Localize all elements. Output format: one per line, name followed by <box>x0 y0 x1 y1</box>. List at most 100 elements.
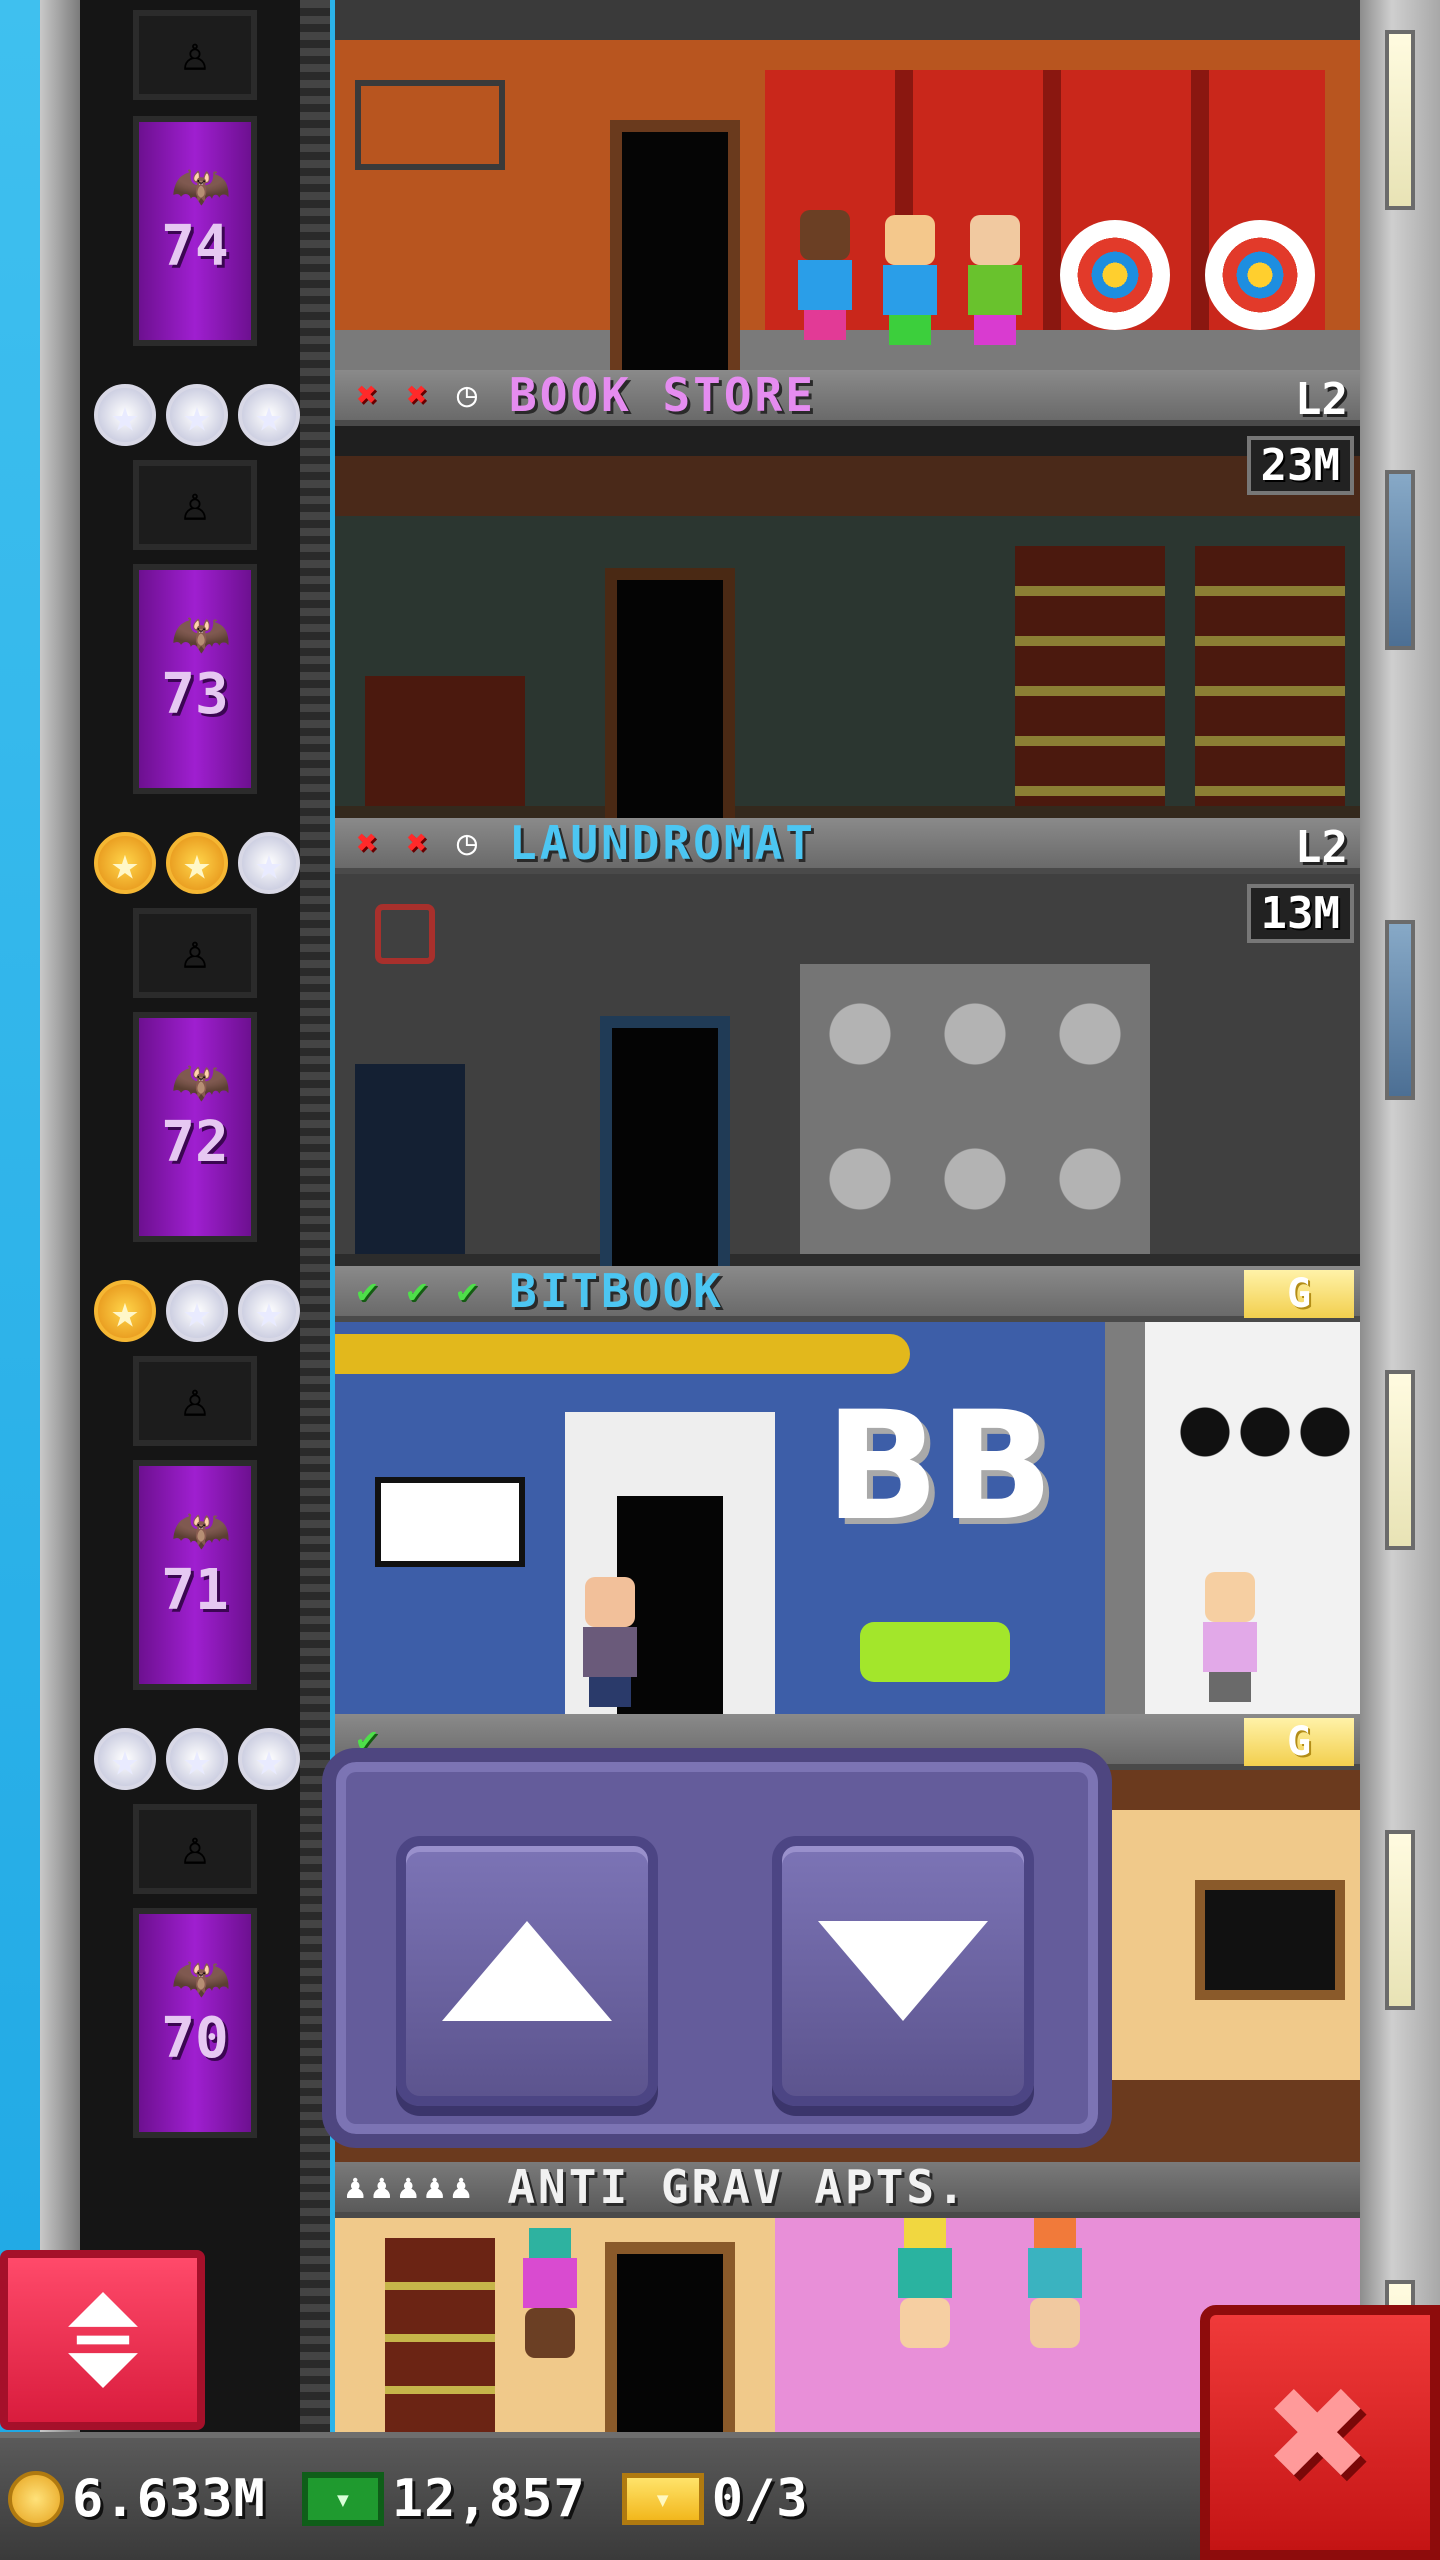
gold-badge: G <box>1244 1270 1354 1318</box>
green-couch <box>860 1622 1010 1682</box>
floor-name: BITBOOK <box>509 1264 724 1318</box>
star-icon: ★ <box>166 384 228 446</box>
elevator-cab[interactable]: 🦇 74 <box>133 116 257 346</box>
bat-icon: 🦇 <box>171 1502 231 1558</box>
washing-machines <box>800 964 1150 1254</box>
floor-door <box>605 568 735 818</box>
star-icon: ★ <box>238 384 300 446</box>
check-icon: ✔ <box>356 1271 378 1311</box>
no-entry-sign <box>375 904 435 964</box>
tenant-sprite[interactable] <box>575 1577 645 1707</box>
ceiling-pipe <box>335 1334 910 1374</box>
floor-header: ✖ ✖ ◷ LAUNDROMAT L2 <box>335 816 1360 874</box>
floor-number: 70 <box>161 2006 229 2071</box>
tower-outer-wall <box>40 0 80 2560</box>
floor-header: ✔ ✔ ✔ BITBOOK G <box>335 1264 1360 1322</box>
tower-right-wall <box>1360 0 1440 2460</box>
bat-icon: 🦇 <box>171 1054 231 1110</box>
bookshelf <box>1195 546 1345 806</box>
tickets-value: 0/3 <box>711 2469 809 2529</box>
floor-stars: ★ ★ ★ <box>94 1280 300 1342</box>
up-down-arrows-icon <box>67 2292 138 2388</box>
gold-badge: G <box>1244 1718 1354 1766</box>
floor-door <box>605 2242 735 2462</box>
check-icon: ✔ <box>406 1271 428 1311</box>
tenant-sprite[interactable] <box>1020 2218 1090 2348</box>
elevator-down-button[interactable] <box>772 1836 1034 2106</box>
coins-value: 6.633M <box>72 2469 266 2529</box>
archery-target <box>1205 220 1315 330</box>
elevator-toggle-button[interactable] <box>0 2250 205 2430</box>
status-bar: 6.633M ▾ 12,857 ▾ 0/3 <box>0 2432 1200 2560</box>
tenant-sprite[interactable] <box>875 215 945 345</box>
floor-stars: ★ ★ ★ <box>94 1728 300 1790</box>
tenant-sprite[interactable] <box>790 210 860 340</box>
tower-window <box>1385 920 1415 1100</box>
elevator-cab-top: ♙ <box>133 460 257 550</box>
close-button[interactable]: ✖ <box>1200 2305 1440 2560</box>
bat-icon: 🦇 <box>171 606 231 662</box>
floor-stars: ★ ★ ★ <box>94 384 300 446</box>
floor-name: ANTI GRAV APTS. <box>507 2160 968 2214</box>
tenant-sprite[interactable] <box>515 2228 585 2358</box>
floor-level: L2 <box>1295 822 1348 873</box>
floor-header: ✖ ✖ ◷ BOOK STORE L2 <box>335 368 1360 426</box>
floor-build-cost: 13M <box>1246 884 1354 943</box>
tenant-sprite[interactable] <box>890 2218 960 2348</box>
elevator-cab[interactable]: 🦇 71 <box>133 1460 257 1690</box>
floor-archery-range[interactable] <box>335 0 1360 370</box>
floor-laundromat[interactable]: ✖ ✖ ◷ LAUNDROMAT L2 13M <box>335 816 1360 1266</box>
star-icon: ★ <box>94 1280 156 1342</box>
tower-window <box>1385 1370 1415 1550</box>
weapon-rack <box>355 80 505 170</box>
bat-icon: 🦇 <box>171 1950 231 2006</box>
elevator-cab-top: ♙ <box>133 1356 257 1446</box>
bookshelf <box>1015 546 1165 806</box>
tower-window <box>1385 470 1415 650</box>
bookshelf <box>385 2238 495 2462</box>
bux-stat[interactable]: ▾ 12,857 <box>301 2469 586 2529</box>
elevator-cab[interactable]: 🦇 72 <box>133 1012 257 1242</box>
star-icon: ★ <box>94 1728 156 1790</box>
close-icon: ✖ <box>1268 2333 1372 2532</box>
tenant-sprite[interactable] <box>1195 1572 1265 1702</box>
floor-book-store[interactable]: ✖ ✖ ◷ BOOK STORE L2 23M <box>335 368 1360 818</box>
floor-number: 71 <box>161 1558 229 1623</box>
floor-door <box>610 120 740 370</box>
elevator-up-button[interactable] <box>396 1836 658 2106</box>
book-display <box>365 676 525 806</box>
floor-number: 74 <box>161 214 229 279</box>
star-icon: ★ <box>166 1280 228 1342</box>
coin-icon <box>8 2471 64 2527</box>
vending-machine <box>355 1064 465 1254</box>
floor-bitbook[interactable]: ✔ ✔ ✔ BITBOOK G BB <box>335 1264 1360 1714</box>
floor-name: LAUNDROMAT <box>509 816 816 870</box>
elevator-cab[interactable]: 🦇 73 <box>133 564 257 794</box>
x-icon: ✖ <box>356 823 378 863</box>
sky-background <box>0 0 40 2560</box>
floor-room: BB <box>335 1322 1360 1714</box>
floor-number: 73 <box>161 662 229 727</box>
x-icon: ✖ <box>406 823 428 863</box>
floor-room <box>335 0 1360 370</box>
resident-icons: ♟♟♟♟♟ <box>345 2167 478 2207</box>
floor-name: BOOK STORE <box>509 368 816 422</box>
star-icon: ★ <box>166 1728 228 1790</box>
tickets-stat[interactable]: ▾ 0/3 <box>621 2469 809 2529</box>
elevator-cab[interactable]: 🦇 70 <box>133 1908 257 2138</box>
check-icon: ✔ <box>456 1271 478 1311</box>
star-icon: ★ <box>238 1280 300 1342</box>
clock-icon: ◷ <box>456 375 478 415</box>
bux-icon: ▾ <box>301 2472 384 2526</box>
tower-window <box>1385 30 1415 210</box>
star-icon: ★ <box>238 1728 300 1790</box>
floor-header: ♟♟♟♟♟ ANTI GRAV APTS. <box>335 2160 1360 2218</box>
elevator-cab-top: ♙ <box>133 1804 257 1894</box>
triangle-up-icon <box>442 1921 612 2021</box>
bitbook-logo: BB <box>825 1380 1054 1554</box>
elevator-cab-top: ♙ <box>133 10 257 100</box>
clock-icon: ◷ <box>456 823 478 863</box>
golden-ticket-icon: ▾ <box>621 2473 704 2525</box>
tenant-sprite[interactable] <box>960 215 1030 345</box>
tower-window <box>1385 1830 1415 2010</box>
